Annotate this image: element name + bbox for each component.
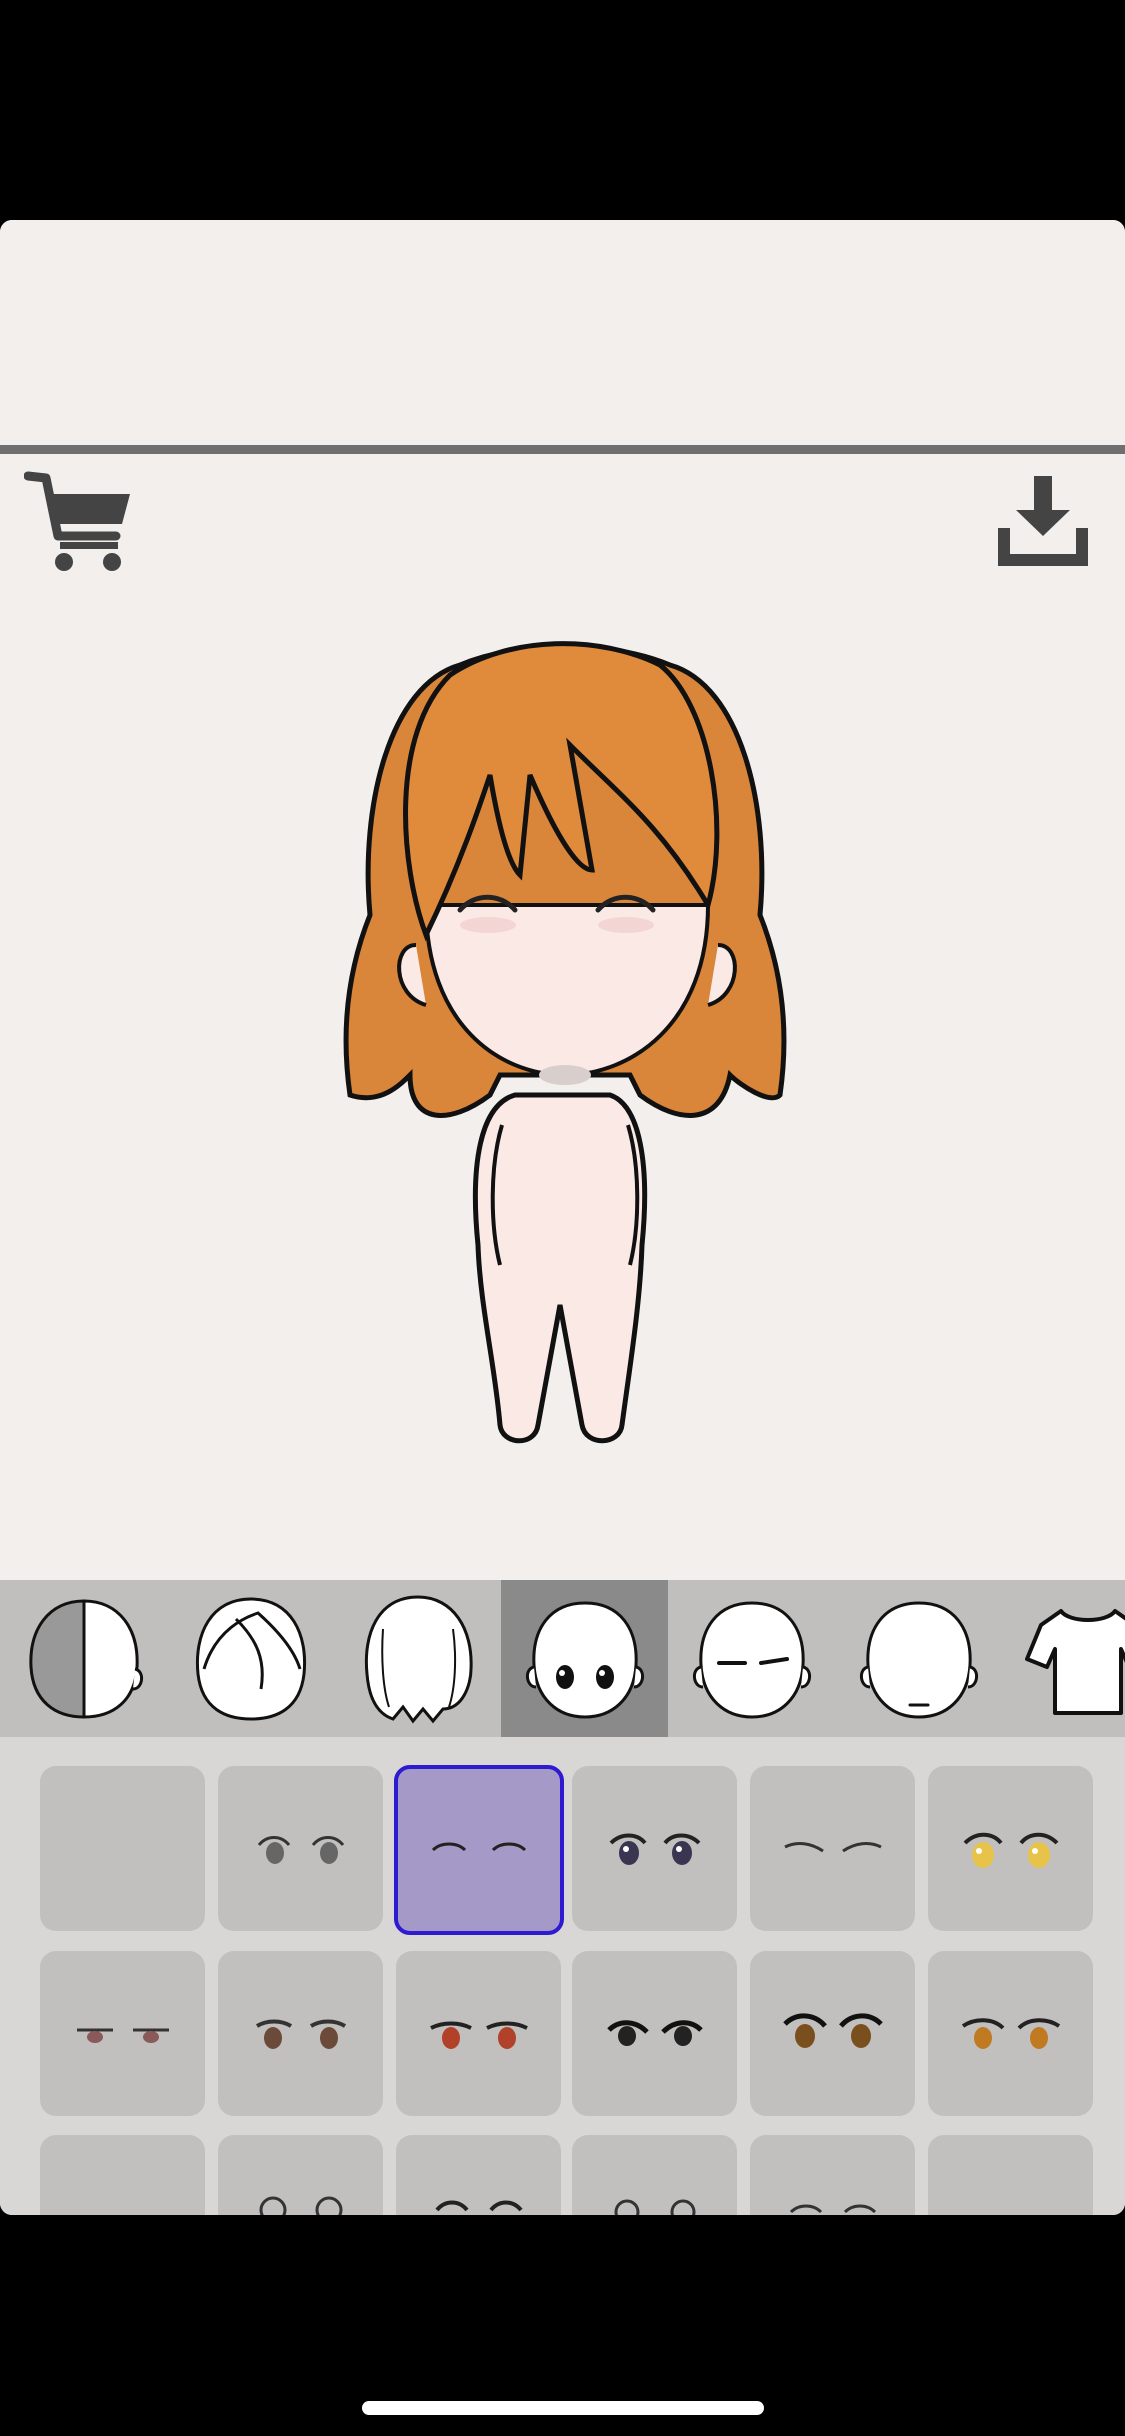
eye-option-closed-lashes[interactable] [750, 1766, 915, 1931]
eyebrows-head-icon [692, 1600, 811, 1719]
eye-option-dark-sparkle[interactable] [572, 1766, 737, 1931]
eye-option-amber-lashes[interactable] [928, 1951, 1093, 2116]
eye-partial-icon [789, 2204, 876, 2213]
eye-red-sharp-icon [429, 2021, 528, 2049]
eye-dark-sparkle-icon [609, 1833, 700, 1865]
eye-option-red-sharp[interactable] [396, 1951, 561, 2116]
eye-option-partial-2[interactable] [218, 2135, 383, 2215]
divider [0, 445, 1125, 454]
tab-front-hair[interactable] [334, 1580, 501, 1737]
ad-banner [0, 220, 1125, 445]
eye-option-none[interactable] [40, 1766, 205, 1931]
eye-round-gray-icon [257, 1835, 344, 1864]
eye-amber-lashes-icon [961, 2017, 1060, 2049]
tab-skin[interactable] [0, 1580, 167, 1737]
home-indicator[interactable] [362, 2401, 764, 2415]
tab-eyes[interactable] [501, 1580, 668, 1737]
cart-icon [23, 471, 130, 571]
eye-option-partial-6[interactable] [928, 2135, 1093, 2215]
eye-brown-lashes-icon [782, 2013, 883, 2048]
eye-option-dark-sharp[interactable] [572, 1951, 737, 2116]
skin-half-head-icon [28, 1598, 143, 1719]
eye-options-grid [0, 1737, 1125, 2215]
eye-option-partial-4[interactable] [572, 2135, 737, 2215]
eye-option-half-lidded-red[interactable] [40, 1951, 205, 2116]
eye-closed-happy-icon [431, 1842, 527, 1852]
eye-half-lidded-red-icon [76, 2028, 169, 2043]
eye-partial-icon [434, 2200, 523, 2211]
shirt-icon [1024, 1608, 1125, 1715]
shop-button[interactable] [23, 466, 136, 576]
tab-mouth[interactable] [835, 1580, 1002, 1737]
front-hair-icon [364, 1594, 473, 1723]
tab-clothes[interactable] [1002, 1580, 1125, 1737]
eye-option-brown-lashes[interactable] [750, 1951, 915, 2116]
back-hair-icon [195, 1596, 306, 1721]
eye-yellow-sparkle-icon [963, 1832, 1058, 1868]
eyes-head-icon [525, 1600, 644, 1719]
eye-option-partial-3[interactable] [396, 2135, 561, 2215]
eye-option-partial-1[interactable] [40, 2135, 205, 2215]
tab-eyebrows[interactable] [668, 1580, 835, 1737]
download-button[interactable] [994, 472, 1092, 572]
category-tab-bar [0, 1580, 1125, 1737]
mouth-head-icon [859, 1600, 978, 1719]
eye-option-brown-round[interactable] [218, 1951, 383, 2116]
eye-option-round-gray[interactable] [218, 1766, 383, 1931]
download-icon [998, 476, 1088, 566]
eye-closed-lashes-icon [783, 1841, 882, 1852]
eye-option-closed-happy[interactable] [394, 1765, 564, 1935]
avatar-preview [330, 605, 800, 1535]
avatar-maker-screen [0, 220, 1125, 2215]
eye-option-yellow-sparkle[interactable] [928, 1766, 1093, 1931]
tab-back-hair[interactable] [167, 1580, 334, 1737]
eye-swirl-icon [259, 2196, 342, 2215]
eye-option-partial-5[interactable] [750, 2135, 915, 2215]
eye-partial-icon [614, 2199, 695, 2215]
eye-brown-round-icon [255, 2019, 346, 2049]
eye-dark-sharp-icon [606, 2019, 703, 2046]
